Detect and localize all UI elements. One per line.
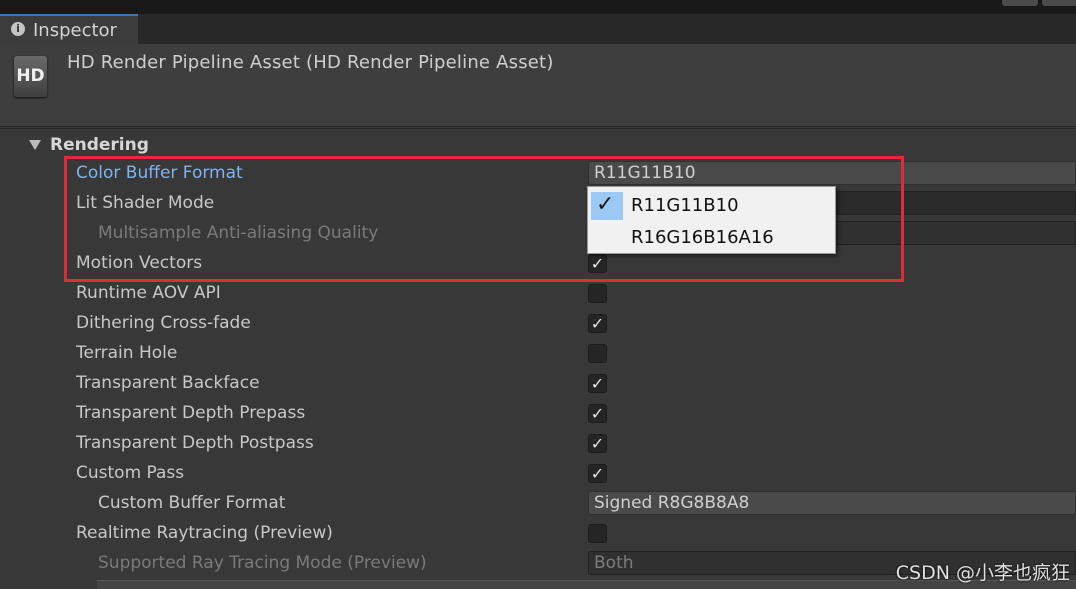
runtime-aov-label: Runtime AOV API bbox=[76, 283, 221, 303]
tab-inspector[interactable]: i Inspector bbox=[0, 14, 138, 44]
transparent-depth-postpass-label: Transparent Depth Postpass bbox=[76, 433, 314, 453]
annotation-highlight-box bbox=[64, 156, 904, 282]
terrain-hole-checkbox[interactable] bbox=[588, 344, 607, 363]
asset-title: HD Render Pipeline Asset (HD Render Pipe… bbox=[67, 52, 554, 73]
custom-pass-checkbox[interactable]: ✓ bbox=[588, 464, 607, 483]
toolbar-button[interactable] bbox=[1042, 0, 1076, 6]
custom-buffer-format-label: Custom Buffer Format bbox=[98, 493, 286, 513]
transparent-depth-prepass-checkbox[interactable]: ✓ bbox=[588, 404, 607, 423]
hd-asset-icon: HD bbox=[14, 56, 47, 97]
tab-strip bbox=[0, 14, 1076, 44]
section-title-rendering[interactable]: Rendering bbox=[50, 135, 149, 155]
foldout-arrow-icon[interactable] bbox=[29, 140, 41, 150]
divider bbox=[0, 128, 1076, 129]
runtime-aov-checkbox[interactable] bbox=[588, 284, 607, 303]
transparent-depth-prepass-label: Transparent Depth Prepass bbox=[76, 403, 306, 423]
transparent-depth-postpass-checkbox[interactable]: ✓ bbox=[588, 434, 607, 453]
ray-tracing-mode-label: Supported Ray Tracing Mode (Preview) bbox=[98, 553, 427, 573]
info-icon: i bbox=[11, 22, 25, 36]
realtime-raytracing-label: Realtime Raytracing (Preview) bbox=[76, 523, 333, 543]
transparent-backface-label: Transparent Backface bbox=[76, 373, 260, 393]
realtime-raytracing-checkbox[interactable] bbox=[588, 524, 607, 543]
toolbar-button[interactable] bbox=[1002, 0, 1038, 6]
watermark: CSDN @小李也疯狂 bbox=[895, 562, 1070, 584]
custom-pass-label: Custom Pass bbox=[76, 463, 185, 483]
transparent-backface-checkbox[interactable]: ✓ bbox=[588, 374, 607, 393]
window-top-bar bbox=[0, 0, 1076, 14]
dithering-checkbox[interactable]: ✓ bbox=[588, 314, 607, 333]
terrain-hole-label: Terrain Hole bbox=[76, 343, 178, 363]
dithering-label: Dithering Cross-fade bbox=[76, 313, 251, 333]
tab-label: Inspector bbox=[33, 20, 117, 41]
custom-buffer-format-dropdown[interactable]: Signed R8G8B8A8 bbox=[588, 491, 1076, 515]
